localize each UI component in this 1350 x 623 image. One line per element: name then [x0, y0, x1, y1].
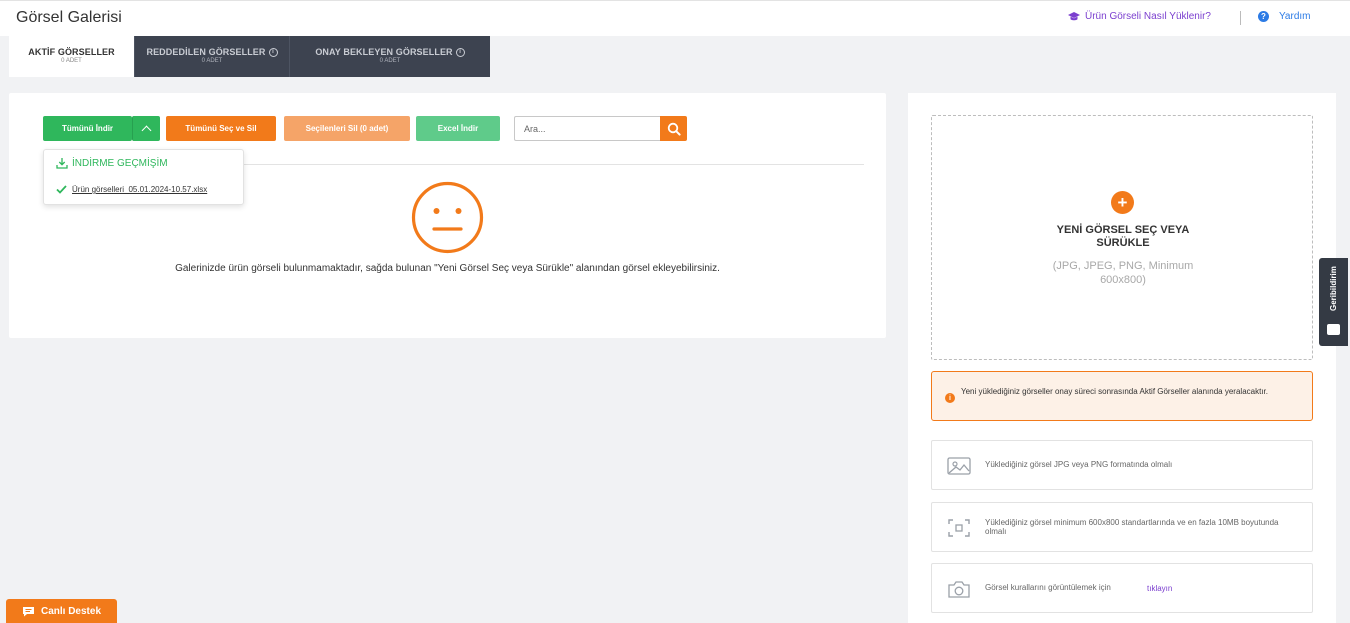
tab-count: 0 ADET — [201, 58, 223, 64]
tab-rejected-images[interactable]: REDDEDİLEN GÖRSELLER i 0 ADET — [134, 36, 289, 77]
live-support-button[interactable]: Canlı Destek — [6, 599, 117, 623]
approval-notice: i Yeni yüklediğiniz görseller onay sürec… — [931, 371, 1313, 421]
rules-link[interactable]: tıklayın — [1147, 584, 1172, 593]
camera-icon — [948, 581, 970, 598]
plus-icon: + — [1111, 191, 1134, 214]
tab-count: 0 ADET — [379, 58, 401, 64]
upload-subtitle-line1: (JPG, JPEG, PNG, Minimum — [1052, 260, 1194, 272]
chevron-up-icon — [141, 125, 152, 136]
upload-subtitle: (JPG, JPEG, PNG, Minimum 600x800) — [932, 259, 1314, 287]
upload-title-line2: SÜRÜKLE — [1096, 237, 1150, 249]
download-menu-toggle[interactable] — [132, 116, 160, 141]
upload-panel: + YENİ GÖRSEL SEÇ VEYA SÜRÜKLE (JPG, JPE… — [908, 93, 1336, 623]
download-history-link[interactable]: İNDİRME GEÇMİŞİM — [56, 157, 168, 169]
upload-dropzone[interactable]: + YENİ GÖRSEL SEÇ VEYA SÜRÜKLE (JPG, JPE… — [931, 115, 1313, 360]
rule-text: Yüklediğiniz görsel minimum 600x800 stan… — [985, 518, 1279, 536]
feedback-tab[interactable]: Geribildirim — [1319, 258, 1348, 346]
download-history-label: İNDİRME GEÇMİŞİM — [72, 157, 168, 169]
rule-text: Görsel kurallarını görüntülemek için — [985, 583, 1111, 592]
search-button[interactable] — [660, 116, 687, 141]
rule-guidelines: Görsel kurallarını görüntülemek için tık… — [931, 563, 1313, 613]
feedback-label: Geribildirim — [1329, 266, 1338, 311]
tab-active-images[interactable]: AKTİF GÖRSELLER 0 ADET — [9, 36, 134, 77]
download-dropdown: İNDİRME GEÇMİŞİM Ürün görselleri_05.01.2… — [43, 149, 244, 205]
upload-subtitle-line2: 600x800) — [1100, 274, 1146, 286]
feedback-icon — [1327, 324, 1340, 335]
search-input[interactable] — [514, 116, 660, 141]
search-icon — [667, 122, 681, 136]
top-bar: Görsel Galerisi Ürün Görseli Nasıl Yükle… — [0, 0, 1350, 36]
notice-text: Yeni yüklediğiniz görseller onay süreci … — [961, 387, 1268, 396]
download-all-button[interactable]: Tümünü İndir — [43, 116, 132, 141]
upload-title-line1: YENİ GÖRSEL SEÇ VEYA — [1056, 224, 1190, 236]
tab-label: ONAY BEKLEYEN GÖRSELLER — [315, 47, 453, 57]
empty-state-message: Galerinizde ürün görseli bulunmamaktadır… — [175, 263, 720, 274]
tab-pending-images[interactable]: ONAY BEKLEYEN GÖRSELLER i 0 ADET — [289, 36, 490, 77]
frame-icon — [948, 519, 970, 537]
question-icon: ? — [1258, 11, 1269, 22]
gallery-tabs: AKTİF GÖRSELLER 0 ADET REDDEDİLEN GÖRSEL… — [9, 36, 490, 77]
live-support-label: Canlı Destek — [40, 605, 102, 617]
download-file-item: Ürün görselleri_05.01.2024-10.57.xlsx — [56, 185, 207, 194]
tab-label: AKTİF GÖRSELLER — [28, 47, 115, 57]
info-icon: i — [945, 393, 955, 403]
tab-count: 0 ADET — [61, 58, 82, 64]
image-icon — [947, 457, 971, 475]
tab-label: REDDEDİLEN GÖRSELLER — [146, 47, 266, 57]
rule-format: Yüklediğiniz görsel JPG veya PNG formatı… — [931, 440, 1313, 490]
graduation-cap-icon — [1068, 11, 1080, 20]
howto-link[interactable]: Ürün Görseli Nasıl Yüklenir? — [1068, 11, 1211, 22]
neutral-face-icon — [411, 181, 484, 254]
rule-text: Yüklediğiniz görsel JPG veya PNG formatı… — [985, 460, 1173, 469]
download-icon — [56, 158, 68, 169]
chat-icon — [22, 606, 34, 616]
excel-download-button[interactable]: Excel İndir — [416, 116, 500, 141]
rule-dimensions: Yüklediğiniz görsel minimum 600x800 stan… — [931, 502, 1313, 552]
select-all-delete-button[interactable]: Tümünü Seç ve Sil — [166, 116, 276, 141]
delete-selected-button[interactable]: Seçilenleri Sil (0 adet) — [284, 116, 410, 141]
gallery-card: Tümünü İndir Tümünü Seç ve Sil Seçilenle… — [9, 93, 886, 338]
info-icon[interactable]: i — [455, 47, 465, 57]
help-link[interactable]: ? Yardım — [1258, 11, 1311, 22]
page-title: Görsel Galerisi — [16, 9, 122, 26]
howto-link-label: Ürün Görseli Nasıl Yüklenir? — [1085, 11, 1211, 22]
header-divider — [1240, 11, 1241, 25]
upload-title: YENİ GÖRSEL SEÇ VEYA SÜRÜKLE — [932, 224, 1314, 250]
help-link-label: Yardım — [1279, 11, 1311, 22]
download-file-link[interactable]: Ürün görselleri_05.01.2024-10.57.xlsx — [72, 185, 207, 194]
check-icon — [56, 185, 67, 194]
info-icon[interactable]: i — [268, 47, 278, 57]
